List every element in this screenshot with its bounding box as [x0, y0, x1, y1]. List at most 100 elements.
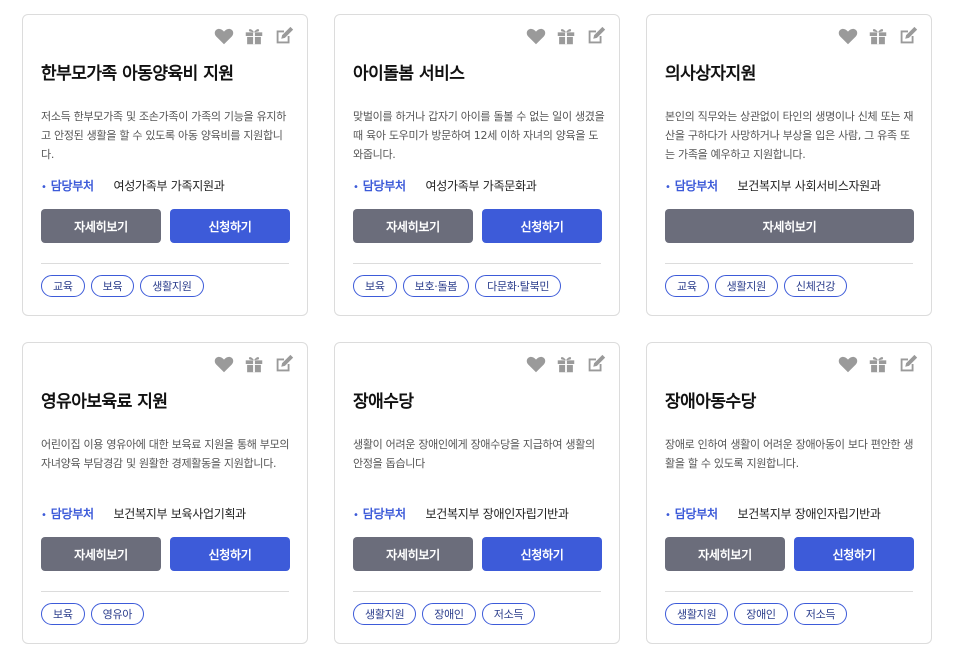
tag[interactable]: 보육	[41, 603, 85, 625]
tag[interactable]: 생활지원	[140, 275, 204, 297]
tag[interactable]: 장애인	[422, 603, 476, 625]
edit-icon[interactable]	[897, 353, 919, 375]
card-actions	[837, 353, 919, 375]
card-buttons: 자세히보기 신청하기	[41, 537, 290, 571]
card-actions	[837, 25, 919, 47]
card-actions	[213, 25, 295, 47]
bullet-icon: •	[665, 182, 671, 193]
edit-icon[interactable]	[897, 25, 919, 47]
card-buttons: 자세히보기 신청하기	[353, 209, 602, 243]
department-row: • 담당부처 보건복지부 사회서비스자원과	[665, 177, 881, 194]
apply-button[interactable]: 신청하기	[170, 209, 290, 243]
card-title: 아이돌봄 서비스	[353, 64, 465, 84]
edit-icon[interactable]	[585, 353, 607, 375]
detail-button[interactable]: 자세히보기	[41, 537, 161, 571]
department-label: 담당부처	[50, 179, 94, 193]
detail-button[interactable]: 자세히보기	[41, 209, 161, 243]
card-actions	[525, 353, 607, 375]
department-row: • 담당부처 여성가족부 가족문화과	[353, 177, 537, 194]
card-title: 의사상자지원	[665, 64, 756, 84]
card-buttons: 자세히보기 신청하기	[665, 537, 914, 571]
gift-icon[interactable]	[867, 353, 889, 375]
gift-icon[interactable]	[243, 25, 265, 47]
department-label: 담당부처	[362, 179, 406, 193]
card-title: 영유아보육료 지원	[41, 392, 168, 412]
tag[interactable]: 신체건강	[783, 275, 848, 297]
heart-icon[interactable]	[525, 353, 547, 375]
tag-list: 보육 영유아	[41, 603, 145, 625]
department-row: • 담당부처 보건복지부 장애인자립기반과	[353, 505, 569, 522]
department-label: 담당부처	[362, 507, 406, 521]
detail-button[interactable]: 자세히보기	[353, 209, 473, 243]
service-card-grid: 한부모가족 아동양육비 지원 저소득 한부모가족 및 조손가족이 가족의 기능을…	[0, 0, 956, 654]
card-title: 장애아동수당	[665, 392, 756, 412]
tag[interactable]: 보호·돌봄	[402, 275, 470, 297]
bullet-icon: •	[41, 182, 47, 193]
tag[interactable]: 보육	[90, 275, 135, 297]
gift-icon[interactable]	[243, 353, 265, 375]
department-value: 여성가족부 가족지원과	[113, 179, 225, 193]
bullet-icon: •	[41, 510, 47, 521]
card-buttons: 자세히보기 신청하기	[353, 537, 602, 571]
tag[interactable]: 생활지원	[665, 603, 729, 625]
divider	[665, 263, 913, 264]
heart-icon[interactable]	[525, 25, 547, 47]
divider	[665, 591, 913, 592]
divider	[41, 591, 289, 592]
apply-button[interactable]: 신청하기	[482, 209, 602, 243]
service-card: 장애아동수당 장애로 인하여 생활이 어려운 장애아동이 보다 편안한 생활을 …	[646, 342, 932, 644]
tag[interactable]: 장애인	[734, 603, 788, 625]
card-description: 생활이 어려운 장애인에게 장애수당을 지급하여 생활의 안정을 돕습니다	[353, 438, 595, 470]
divider	[353, 591, 601, 592]
bullet-icon: •	[665, 510, 671, 521]
tag-list: 생활지원 장애인 저소득	[353, 603, 536, 625]
apply-button[interactable]: 신청하기	[482, 537, 602, 571]
tag[interactable]: 보육	[353, 275, 397, 297]
tag[interactable]: 교육	[665, 275, 709, 297]
gift-icon[interactable]	[555, 353, 577, 375]
heart-icon[interactable]	[837, 25, 859, 47]
department-label: 담당부처	[674, 179, 718, 193]
service-card: 장애수당 생활이 어려운 장애인에게 장애수당을 지급하여 생활의 안정을 돕습…	[334, 342, 620, 644]
department-row: • 담당부처 여성가족부 가족지원과	[41, 177, 225, 194]
detail-button[interactable]: 자세히보기	[665, 209, 914, 243]
apply-button[interactable]: 신청하기	[170, 537, 290, 571]
tag[interactable]: 저소득	[481, 603, 536, 625]
tag[interactable]: 저소득	[793, 603, 848, 625]
heart-icon[interactable]	[213, 353, 235, 375]
card-buttons: 자세히보기 신청하기	[41, 209, 290, 243]
department-value: 보건복지부 장애인자립기반과	[425, 507, 569, 521]
bullet-icon: •	[353, 510, 359, 521]
divider	[353, 263, 601, 264]
heart-icon[interactable]	[213, 25, 235, 47]
tag-list: 교육 보육 생활지원	[41, 275, 204, 297]
bullet-icon: •	[353, 182, 359, 193]
card-actions	[213, 353, 295, 375]
service-card: 영유아보육료 지원 어린이집 이용 영유아에 대한 보육료 지원을 통해 부모의…	[22, 342, 308, 644]
tag[interactable]: 영유아	[90, 603, 145, 625]
apply-button[interactable]: 신청하기	[794, 537, 914, 571]
tag[interactable]: 다문화·탈북민	[475, 275, 562, 297]
card-description: 맞벌이를 하거나 갑자기 아이를 돌볼 수 없는 일이 생겼을 때 육아 도우미…	[353, 110, 605, 161]
tag[interactable]: 생활지원	[714, 275, 778, 297]
edit-icon[interactable]	[273, 25, 295, 47]
gift-icon[interactable]	[867, 25, 889, 47]
edit-icon[interactable]	[585, 25, 607, 47]
card-buttons: 자세히보기	[665, 209, 914, 243]
detail-button[interactable]: 자세히보기	[353, 537, 473, 571]
tag[interactable]: 교육	[41, 275, 85, 297]
department-label: 담당부처	[50, 507, 94, 521]
tag[interactable]: 생활지원	[353, 603, 417, 625]
edit-icon[interactable]	[273, 353, 295, 375]
department-row: • 담당부처 보건복지부 장애인자립기반과	[665, 505, 881, 522]
card-description: 어린이집 이용 영유아에 대한 보육료 지원을 통해 부모의 자녀양육 부담경감…	[41, 438, 290, 470]
heart-icon[interactable]	[837, 353, 859, 375]
gift-icon[interactable]	[555, 25, 577, 47]
divider	[41, 263, 289, 264]
service-card: 의사상자지원 본인의 직무와는 상관없이 타인의 생명이나 신체 또는 재산을 …	[646, 14, 932, 316]
tag-list: 생활지원 장애인 저소득	[665, 603, 848, 625]
department-value: 보건복지부 사회서비스자원과	[737, 179, 881, 193]
detail-button[interactable]: 자세히보기	[665, 537, 785, 571]
department-value: 여성가족부 가족문화과	[425, 179, 537, 193]
card-title: 장애수당	[353, 392, 414, 412]
